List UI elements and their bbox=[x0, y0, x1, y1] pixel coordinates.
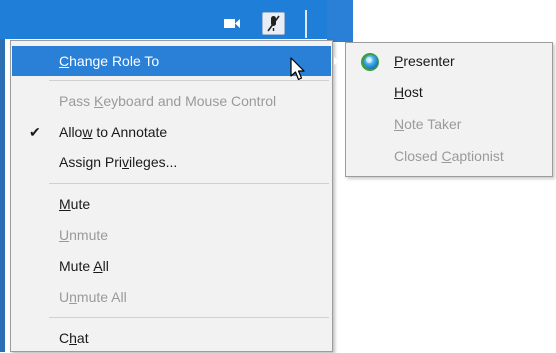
menu-item-label: Mute bbox=[59, 196, 91, 212]
menu-separator bbox=[49, 80, 329, 81]
menu-item-label: Pass Keyboard and Mouse Control bbox=[59, 93, 277, 109]
menu-item-unmute: Unmute bbox=[12, 220, 331, 250]
submenu-item-label: Note Taker bbox=[394, 116, 462, 132]
menu-item-label: Unmute All bbox=[59, 289, 127, 305]
menu-item-assign-privileges[interactable]: Assign Privileges... bbox=[12, 147, 331, 177]
menu-item-unmute-all: Unmute All bbox=[12, 282, 331, 312]
submenu-item-label: Host bbox=[394, 84, 423, 100]
panel-header-extension bbox=[327, 0, 353, 42]
menu-item-chat[interactable]: Chat bbox=[12, 323, 331, 353]
participant-context-menu: Change Role To Pass Keyboard and Mouse C… bbox=[10, 40, 339, 353]
menu-item-label: Unmute bbox=[59, 227, 109, 243]
menu-item-allow-to-annotate[interactable]: ✔ Allow to Annotate bbox=[12, 117, 331, 147]
menu-item-label: Mute All bbox=[59, 258, 109, 274]
muted-microphone-button[interactable] bbox=[262, 12, 285, 35]
menu-separator bbox=[49, 317, 329, 318]
mouse-pointer-icon bbox=[290, 57, 305, 81]
menu-item-change-role[interactable]: Change Role To bbox=[12, 46, 339, 76]
submenu-arrow-icon bbox=[334, 57, 339, 65]
presenter-ball-icon bbox=[361, 53, 379, 71]
menu-item-label: Change Role To bbox=[59, 53, 160, 69]
menu-item-label: Chat bbox=[59, 330, 89, 346]
change-role-submenu: Presenter Host Note Taker Closed Caption… bbox=[345, 42, 553, 177]
toolbar-divider bbox=[305, 10, 307, 38]
menu-separator bbox=[49, 183, 329, 184]
submenu-item-host[interactable]: Host bbox=[347, 77, 551, 108]
menu-item-pass-keyboard-mouse-control: Pass Keyboard and Mouse Control bbox=[12, 86, 331, 116]
submenu-item-label: Presenter bbox=[394, 53, 455, 69]
submenu-item-label: Closed Captionist bbox=[394, 148, 504, 164]
menu-item-label: Allow to Annotate bbox=[59, 124, 168, 140]
muted-microphone-icon bbox=[267, 15, 280, 32]
submenu-item-presenter[interactable]: Presenter bbox=[347, 46, 551, 77]
menu-item-mute[interactable]: Mute bbox=[12, 189, 331, 219]
submenu-item-closed-captionist: Closed Captionist bbox=[347, 141, 551, 172]
menu-item-mute-all[interactable]: Mute All bbox=[12, 251, 331, 281]
menu-item-label: Assign Privileges... bbox=[59, 154, 178, 170]
checkmark-icon: ✔ bbox=[29, 124, 41, 140]
submenu-item-note-taker: Note Taker bbox=[347, 109, 551, 140]
video-camera-icon[interactable] bbox=[224, 18, 240, 29]
panel-left-edge bbox=[0, 39, 5, 352]
